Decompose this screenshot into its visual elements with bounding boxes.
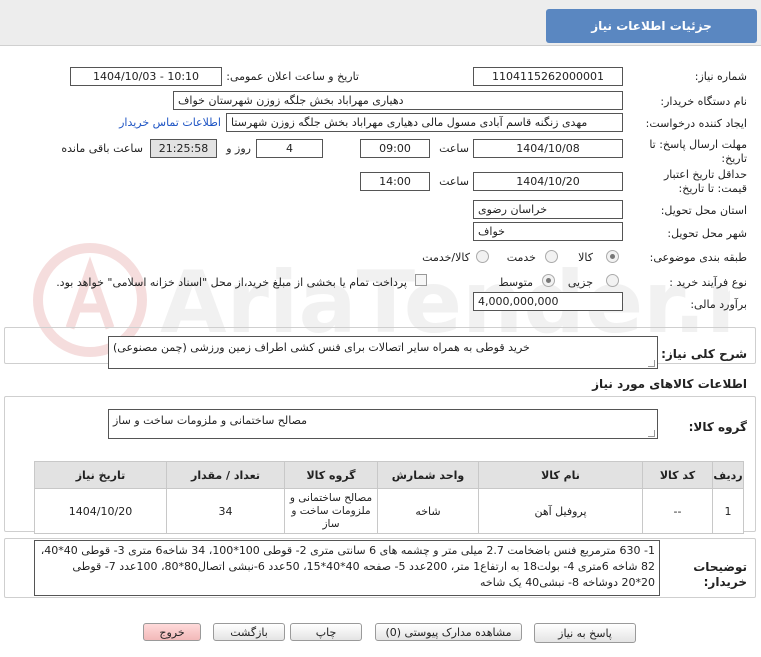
reply-button[interactable]: پاسخ به نیاز [534,623,636,643]
col-date: تاریخ نیاز [34,461,167,489]
province-field: خراسان رضوی [473,200,623,219]
need-number-field: 1104115262000001 [473,67,623,86]
treasury-checkbox[interactable] [415,274,427,286]
cell-date: 1404/10/20 [34,488,167,534]
buyer-org-label: نام دستگاه خریدار: [660,95,747,108]
col-name: نام کالا [478,461,643,489]
category-radio-goods-service[interactable] [476,250,489,263]
payment-note: پرداخت تمام یا بخشی از مبلغ خرید،از محل … [56,276,407,289]
process-label: نوع فرآیند خرید : [669,276,747,289]
validity-time-label: ساعت [439,175,469,188]
back-button[interactable]: بازگشت [213,623,285,641]
category-label: طبقه بندی موضوعی: [649,251,747,264]
process-radio-minor[interactable] [606,274,619,287]
goods-table: ردیف کد کالا نام کالا واحد شمارش گروه کا… [34,461,744,534]
announce-field: 1404/10/03 - 10:10 [70,67,222,86]
cell-index: 1 [712,488,744,534]
process-option-medium: متوسط [498,276,533,289]
resize-handle[interactable] [648,360,655,367]
buyer-notes-field: 1- 630 مترمربع فنس باضخامت 2.7 میلی متر … [34,540,660,596]
creator-field: مهدی زنگنه قاسم آبادی مسول مالی دهیاری م… [226,113,623,132]
page-title: جزئیات اطلاعات نیاز [546,9,757,43]
category-option-goods: کالا [578,251,593,264]
budget-label: برآورد مالی: [690,298,747,311]
contact-buyer-link[interactable]: اطلاعات تماس خریدار [119,116,221,129]
buyer-notes-label: توضیحات خریدار: [693,560,747,589]
creator-label: ایجاد کننده درخواست: [645,117,747,130]
resize-handle[interactable] [648,430,655,437]
cell-code: -- [642,488,713,534]
category-radio-service[interactable] [545,250,558,263]
summary-text: خرید قوطی به همراه سایر اتصالات برای فنس… [113,341,530,354]
process-option-minor: جزیی [567,276,593,289]
goods-group-text: مصالح ساختمانی و ملزومات ساخت و ساز [113,414,308,427]
category-option-service: خدمت [506,251,536,264]
remaining-time-field: 21:25:58 [150,139,217,158]
attachments-button[interactable]: مشاهده مدارک پیوستی (0) [375,623,522,641]
col-unit: واحد شمارش [377,461,479,489]
print-button[interactable]: چاپ [290,623,362,641]
days-field: 4 [256,139,323,158]
goods-table-header: ردیف کد کالا نام کالا واحد شمارش گروه کا… [34,461,744,489]
goods-group-field: مصالح ساختمانی و ملزومات ساخت و ساز [108,409,658,439]
category-radio-goods[interactable] [606,250,619,263]
province-label: استان محل تحویل: [660,204,747,217]
cell-group: مصالح ساختمانی و ملزومات ساخت و ساز [284,488,378,534]
reply-time-field: 09:00 [360,139,430,158]
goods-section-title: اطلاعات کالاهای مورد نیاز [592,377,747,391]
reply-deadline-label: مهلت ارسال پاسخ: تا تاریخ: [649,138,747,165]
announce-label: تاریخ و ساعت اعلان عمومی: [226,70,359,83]
city-label: شهر محل تحویل: [667,227,747,240]
col-index: ردیف [712,461,744,489]
days-label: روز و [226,142,251,155]
exit-button[interactable]: خروج [143,623,201,641]
buyer-notes-text: 1- 630 مترمربع فنس باضخامت 2.7 میلی متر … [40,544,655,589]
cell-name: پروفیل آهن [478,488,643,534]
cell-unit: شاخه [377,488,479,534]
buyer-org-field: دهیاری مهراباد بخش جلگه زوزن شهرستان خوا… [173,91,623,110]
col-group: گروه کالا [284,461,378,489]
price-validity-label: حداقل تاریخ اعتبار قیمت: تا تاریخ: [663,168,747,195]
category-option-goods-service: کالا/خدمت [422,251,470,264]
validity-date-field: 1404/10/20 [473,172,623,191]
col-qty: تعداد / مقدار [166,461,285,489]
table-row: 1 -- پروفیل آهن شاخه مصالح ساختمانی و مل… [34,488,744,534]
city-field: خواف [473,222,623,241]
reply-date-field: 1404/10/08 [473,139,623,158]
need-number-label: شماره نیاز: [694,70,747,83]
col-code: کد کالا [642,461,713,489]
reply-time-label: ساعت [439,142,469,155]
cell-qty: 34 [166,488,285,534]
validity-time-field: 14:00 [360,172,430,191]
budget-field: 4,000,000,000 [473,292,623,311]
goods-group-label: گروه کالا: [688,420,747,434]
summary-label: شرح کلی نیاز: [661,347,747,361]
summary-textarea[interactable]: خرید قوطی به همراه سایر اتصالات برای فنس… [108,336,658,369]
remaining-label: ساعت باقی مانده [61,142,143,155]
process-radio-medium[interactable] [542,274,555,287]
